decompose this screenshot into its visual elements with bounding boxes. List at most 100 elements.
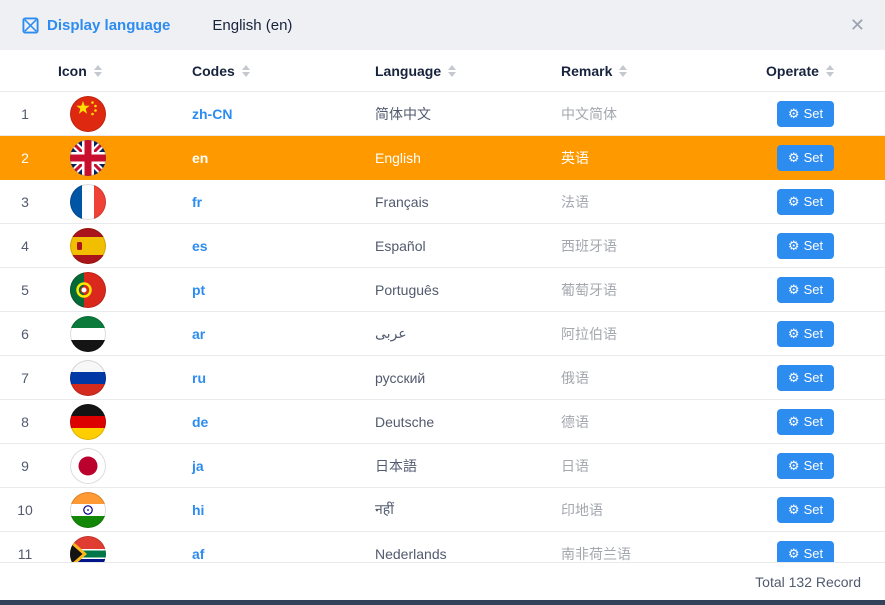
- header-remark[interactable]: Remark: [541, 63, 746, 79]
- header-icon[interactable]: Icon: [50, 63, 172, 79]
- header-operate-label: Operate: [766, 63, 819, 79]
- table-row[interactable]: 11 af Nederlands 南非荷兰语 ⚙Set: [0, 532, 885, 562]
- south-africa-flag-icon: [70, 536, 106, 563]
- language-remark: 日语: [541, 456, 746, 476]
- sort-carets-icon[interactable]: [94, 65, 102, 77]
- language-remark: 俄语: [541, 368, 746, 388]
- set-button-label: Set: [804, 370, 824, 385]
- language-code[interactable]: ar: [172, 326, 355, 342]
- table-row[interactable]: 1 zh-CN 简体中文 中文简体 ⚙Set: [0, 92, 885, 136]
- gear-icon: ⚙: [788, 107, 800, 120]
- language-remark: 法语: [541, 192, 746, 212]
- set-button-label: Set: [804, 150, 824, 165]
- set-button-label: Set: [804, 458, 824, 473]
- set-button[interactable]: ⚙Set: [777, 101, 834, 127]
- row-index: 8: [0, 414, 50, 430]
- language-remark: 西班牙语: [541, 236, 746, 256]
- japan-flag-icon: [70, 448, 106, 484]
- set-button-label: Set: [804, 546, 824, 561]
- spain-flag-icon: [70, 228, 106, 264]
- set-button[interactable]: ⚙Set: [777, 233, 834, 259]
- table-row[interactable]: 7 ru русский 俄语 ⚙Set: [0, 356, 885, 400]
- table-row-selected[interactable]: 2 en English 英语 ⚙Set: [0, 136, 885, 180]
- set-button[interactable]: ⚙Set: [777, 409, 834, 435]
- header-codes[interactable]: Codes: [172, 63, 355, 79]
- language-code[interactable]: de: [172, 414, 355, 430]
- row-index: 2: [0, 150, 50, 166]
- dialog-title-bar: Display language English (en) ✕: [0, 0, 885, 50]
- row-index: 4: [0, 238, 50, 254]
- language-code[interactable]: hi: [172, 502, 355, 518]
- current-language-label: English (en): [212, 17, 292, 34]
- row-index: 11: [0, 546, 50, 562]
- row-index: 3: [0, 194, 50, 210]
- sort-carets-icon[interactable]: [826, 65, 834, 77]
- sort-carets-icon[interactable]: [619, 65, 627, 77]
- language-code[interactable]: ja: [172, 458, 355, 474]
- table-header-row: Icon Codes Language Remark Operate: [0, 50, 885, 92]
- language-remark: 英语: [541, 148, 746, 168]
- language-remark: 南非荷兰语: [541, 544, 746, 563]
- set-button[interactable]: ⚙Set: [777, 453, 834, 479]
- gear-icon: ⚙: [788, 415, 800, 428]
- row-index: 5: [0, 282, 50, 298]
- translate-frame-icon: [22, 17, 39, 34]
- language-name: नहीं: [355, 500, 541, 519]
- table-row[interactable]: 3 fr Français 法语 ⚙Set: [0, 180, 885, 224]
- set-button[interactable]: ⚙Set: [777, 145, 834, 171]
- language-remark: 印地语: [541, 500, 746, 520]
- language-code[interactable]: af: [172, 546, 355, 562]
- language-remark: 德语: [541, 412, 746, 432]
- display-language-dialog: Display language English (en) ✕ Icon Cod…: [0, 0, 885, 600]
- row-index: 1: [0, 106, 50, 122]
- table-footer: Total 132 Record: [0, 562, 885, 600]
- language-code[interactable]: es: [172, 238, 355, 254]
- gear-icon: ⚙: [788, 239, 800, 252]
- header-operate[interactable]: Operate: [746, 63, 885, 79]
- sort-carets-icon[interactable]: [242, 65, 250, 77]
- set-button[interactable]: ⚙Set: [777, 365, 834, 391]
- language-name: 简体中文: [355, 104, 541, 124]
- sort-carets-icon[interactable]: [448, 65, 456, 77]
- uk-flag-icon: [70, 140, 106, 176]
- language-name: عربى: [355, 325, 541, 342]
- language-name: English: [355, 150, 541, 166]
- set-button[interactable]: ⚙Set: [777, 189, 834, 215]
- gear-icon: ⚙: [788, 503, 800, 516]
- france-flag-icon: [70, 184, 106, 220]
- set-button[interactable]: ⚙ Set: [777, 497, 834, 523]
- header-language-label: Language: [375, 63, 441, 79]
- table-row[interactable]: 6 ar عربى 阿拉伯语 ⚙Set: [0, 312, 885, 356]
- set-button[interactable]: ⚙ Set: [777, 277, 834, 303]
- germany-flag-icon: [70, 404, 106, 440]
- language-code[interactable]: zh-CN: [172, 106, 355, 122]
- set-button-label: Set: [804, 282, 824, 297]
- russia-flag-icon: [70, 360, 106, 396]
- set-button-label: Set: [804, 502, 824, 517]
- language-code[interactable]: en: [172, 150, 355, 166]
- set-button[interactable]: ⚙Set: [777, 541, 834, 563]
- row-index: 7: [0, 370, 50, 386]
- table-row[interactable]: 5 pt Português 葡萄牙语 ⚙Set: [0, 268, 885, 312]
- language-name: русский: [355, 370, 541, 386]
- language-name: Deutsche: [355, 414, 541, 430]
- header-icon-label: Icon: [58, 63, 87, 79]
- table-row[interactable]: 10 hi नहीं 印地语 ⚙ Set: [0, 488, 885, 532]
- china-flag-icon: [70, 96, 106, 132]
- set-button[interactable]: ⚙Set: [777, 321, 834, 347]
- table-row[interactable]: 8 de Deutsche 德语 ⚙Set: [0, 400, 885, 444]
- table-row[interactable]: 9 ja 日本語 日语 ⚙Set: [0, 444, 885, 488]
- language-code[interactable]: fr: [172, 194, 355, 210]
- language-code[interactable]: ru: [172, 370, 355, 386]
- row-index: 10: [0, 502, 50, 518]
- header-language[interactable]: Language: [355, 63, 541, 79]
- gear-icon: ⚙: [788, 283, 800, 296]
- language-code[interactable]: pt: [172, 282, 355, 298]
- table-row[interactable]: 4 es Español 西班牙语 ⚙Set: [0, 224, 885, 268]
- portugal-flag-icon: [70, 272, 106, 308]
- gear-icon: ⚙: [788, 195, 800, 208]
- language-remark: 阿拉伯语: [541, 324, 746, 344]
- arabic-flag-icon: [70, 316, 106, 352]
- close-icon[interactable]: ✕: [850, 16, 865, 34]
- total-records-label: Total 132 Record: [755, 574, 861, 590]
